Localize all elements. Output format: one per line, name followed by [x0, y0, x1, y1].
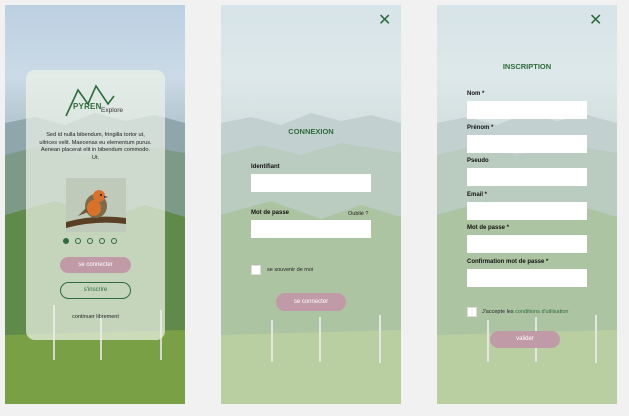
first-name-label: Prénom *: [467, 125, 494, 131]
nickname-input[interactable]: [467, 168, 587, 186]
close-icon[interactable]: ✕: [589, 13, 602, 29]
password-confirm-label: Confirmation mot de passe *: [467, 259, 549, 265]
logo-subtitle: Explore: [101, 107, 124, 114]
register-button[interactable]: s'inscrire: [60, 282, 131, 299]
password-confirm-input[interactable]: [467, 269, 587, 287]
login-screen: ✕ CONNEXION Identifiant Mot de passe Oub…: [221, 5, 401, 404]
remember-me-checkbox[interactable]: [251, 265, 261, 275]
identifier-input[interactable]: [251, 174, 371, 192]
overlay: [221, 5, 401, 404]
signup-screen: ✕ INSCRIPTION Nom * Prénom * Pseudo Emai…: [437, 5, 617, 404]
identifier-label: Identifiant: [251, 164, 280, 170]
remember-me-label: se souvenir de moi: [267, 267, 314, 273]
last-name-input[interactable]: [467, 101, 587, 119]
logo-word: PYREN: [73, 102, 102, 111]
close-icon[interactable]: ✕: [378, 13, 391, 29]
carousel-dot[interactable]: [63, 238, 69, 244]
first-name-input[interactable]: [467, 135, 587, 153]
carousel-dots: [63, 238, 117, 244]
carousel-dot[interactable]: [99, 238, 105, 244]
carousel-dot[interactable]: [75, 238, 81, 244]
password-input[interactable]: [251, 220, 371, 238]
carousel-dot[interactable]: [111, 238, 117, 244]
forgot-password-link[interactable]: Oublié ?: [348, 211, 369, 217]
email-label: Email *: [467, 192, 488, 198]
nickname-label: Pseudo: [467, 158, 489, 164]
terms-text: J'accepte les conditions d'utilisation: [482, 309, 569, 315]
splash-screen: PYREN Explore Sed id nulla bibendum, fri…: [5, 5, 185, 404]
validate-button[interactable]: valider: [490, 331, 560, 348]
page-title: INSCRIPTION: [502, 62, 552, 71]
carousel-dot[interactable]: [87, 238, 93, 244]
continue-freely-link[interactable]: continuer librement: [26, 314, 165, 320]
robin-image: [66, 178, 126, 232]
password-input[interactable]: [467, 235, 587, 253]
welcome-card: PYREN Explore Sed id nulla bibendum, fri…: [26, 70, 165, 340]
terms-prefix: J'accepte les: [482, 309, 514, 315]
last-name-label: Nom *: [467, 91, 485, 97]
terms-link[interactable]: conditions d'utilisation: [515, 309, 568, 315]
submit-login-button[interactable]: se connecter: [276, 293, 346, 311]
password-label: Mot de passe *: [467, 225, 510, 231]
email-input[interactable]: [467, 202, 587, 220]
password-label: Mot de passe: [251, 210, 290, 216]
page-title: CONNEXION: [288, 127, 334, 136]
terms-checkbox[interactable]: [467, 307, 477, 317]
intro-text: Sed id nulla bibendum, fringilla tortor …: [39, 132, 152, 161]
login-button[interactable]: se connecter: [60, 257, 131, 273]
